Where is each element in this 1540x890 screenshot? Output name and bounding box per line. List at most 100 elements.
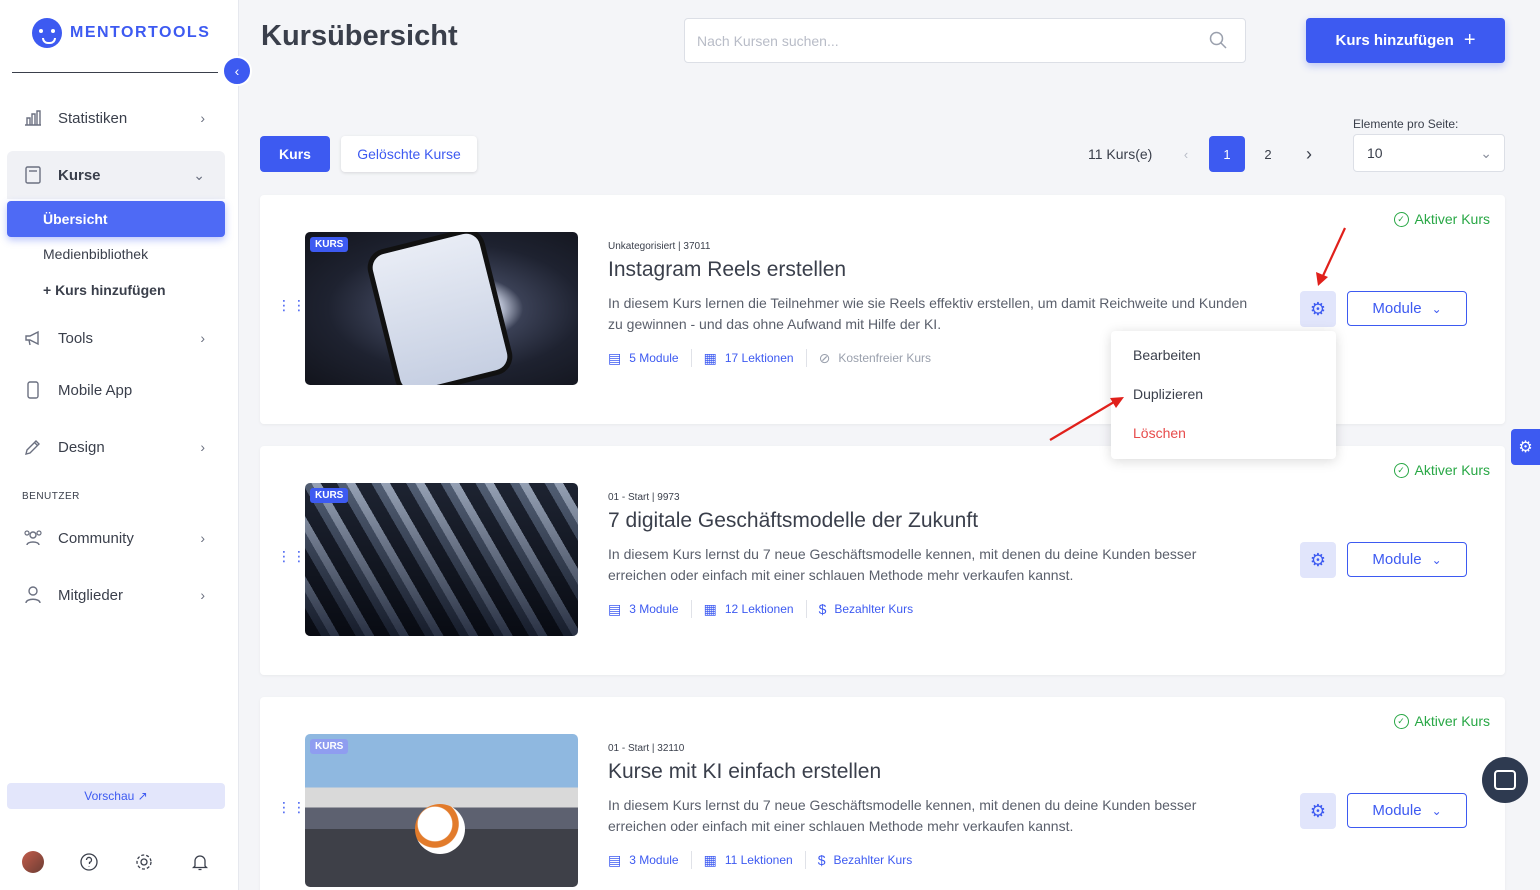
course-settings-button[interactable]: ⚙	[1300, 291, 1336, 327]
course-count: 11 Kurs(e)	[1088, 146, 1153, 162]
chevron-right-icon: ›	[200, 530, 205, 546]
lessons-stat[interactable]: ▦ 17 Lektionen	[704, 350, 794, 367]
modules-count: 3 Module	[629, 602, 679, 616]
add-course-label: Kurs hinzufügen	[1335, 32, 1454, 49]
lessons-count: 12 Lektionen	[724, 602, 794, 616]
sidebar-item-mobile-app[interactable]: Mobile App	[7, 366, 225, 414]
gear-icon: ⚙	[1309, 298, 1327, 319]
course-title[interactable]: Instagram Reels erstellen	[608, 258, 846, 282]
course-card: ⋮⋮ KURS 01 - Start | 32110 Kurse mit KI …	[260, 697, 1505, 890]
gear-icon[interactable]	[133, 851, 155, 873]
avatar[interactable]	[22, 851, 44, 873]
course-stats: ▤ 3 Module ▦ 11 Lektionen $ Bezahlter Kurs	[608, 851, 912, 869]
collapse-sidebar-button[interactable]: ‹	[222, 56, 252, 86]
lessons-stat[interactable]: ▦ 11 Lektionen	[704, 852, 793, 869]
search-icon[interactable]	[1209, 31, 1227, 54]
person-icon	[23, 585, 43, 605]
course-settings-button[interactable]: ⚙	[1300, 793, 1336, 829]
sidebar-subitem-kurs-hinzufuegen[interactable]: + Kurs hinzufügen	[7, 272, 225, 308]
modules-dropdown-button[interactable]: Module ⌄	[1347, 542, 1467, 577]
course-title[interactable]: Kurse mit KI einfach erstellen	[608, 760, 881, 784]
course-thumbnail[interactable]: KURS	[305, 483, 578, 636]
page-title: Kursübersicht	[261, 20, 458, 52]
bar-chart-icon	[23, 108, 43, 128]
sidebar-item-statistiken[interactable]: Statistiken ›	[7, 94, 225, 142]
course-card: ⋮⋮ KURS 01 - Start | 9973 7 digitale Ges…	[260, 446, 1505, 675]
bell-icon[interactable]	[189, 851, 211, 873]
per-page-value: 10	[1367, 145, 1383, 161]
drag-handle-icon[interactable]: ⋮⋮	[277, 800, 306, 820]
sidebar-footer	[22, 851, 222, 875]
dollar-icon: $	[817, 852, 826, 868]
divider	[690, 600, 692, 618]
modules-stat[interactable]: ▤ 3 Module	[608, 852, 679, 869]
sidebar-item-kurse[interactable]: Kurse ⌄	[7, 151, 225, 199]
menu-item-duplizieren[interactable]: Duplizieren	[1133, 386, 1203, 402]
divider	[690, 349, 692, 367]
sidebar-item-mitglieder[interactable]: Mitglieder ›	[7, 571, 225, 619]
status-text: Aktiver Kurs	[1414, 211, 1490, 227]
check-circle-icon: ✓	[1393, 462, 1409, 478]
course-badge: KURS	[310, 237, 349, 252]
course-settings-button[interactable]: ⚙	[1300, 542, 1336, 578]
course-actions-menu: Bearbeiten Duplizieren Löschen	[1111, 331, 1336, 459]
modules-stat[interactable]: ▤ 5 Module	[608, 350, 679, 367]
sidebar-subitem-uebersicht[interactable]: Übersicht	[7, 201, 225, 237]
menu-item-loeschen[interactable]: Löschen	[1133, 425, 1186, 441]
lessons-stat[interactable]: ▦ 12 Lektionen	[704, 601, 794, 618]
sidebar-item-tools[interactable]: Tools ›	[7, 314, 225, 362]
brand-name: MENTORTOOLS	[70, 24, 211, 41]
modules-dropdown-button[interactable]: Module ⌄	[1347, 793, 1467, 828]
tab-kurs[interactable]: Kurs	[260, 136, 330, 172]
chevron-right-icon: ›	[200, 587, 205, 603]
sidebar-item-community[interactable]: Community ›	[7, 514, 225, 562]
add-course-button[interactable]: Kurs hinzufügen +	[1306, 18, 1505, 63]
check-circle-icon: ✓	[1393, 713, 1409, 729]
pagination-prev-icon[interactable]: ‹	[1168, 136, 1204, 172]
chat-widget-button[interactable]	[1482, 757, 1528, 803]
course-title[interactable]: 7 digitale Geschäftsmodelle der Zukunft	[608, 509, 978, 533]
pagination-page-2[interactable]: 2	[1250, 136, 1286, 172]
drag-handle-icon[interactable]: ⋮⋮	[277, 298, 306, 318]
drag-handle-icon[interactable]: ⋮⋮	[277, 549, 306, 569]
chevron-down-icon: ⌄	[1431, 803, 1442, 818]
sidebar: MENTORTOOLS Statistiken › Kurse ⌄ Übersi…	[0, 0, 239, 890]
pricing-label: Bezahlter Kurs	[833, 853, 913, 867]
course-thumbnail[interactable]: KURS	[305, 232, 578, 385]
pricing-label: Kostenfreier Kurs	[838, 351, 932, 365]
pagination-page-1[interactable]: 1	[1209, 136, 1245, 172]
gear-icon: ⚙	[1518, 439, 1533, 456]
course-meta: 01 - Start | 32110	[608, 743, 685, 754]
annotation-arrow-icon	[1049, 397, 1124, 441]
tab-deleted-courses[interactable]: Gelöschte Kurse	[341, 136, 477, 172]
sidebar-subitem-medienbibliothek[interactable]: Medienbibliothek	[7, 236, 225, 272]
sidebar-item-label: Tools	[58, 329, 94, 347]
modules-dropdown-button[interactable]: Module ⌄	[1347, 291, 1467, 326]
sidebar-item-design[interactable]: Design ›	[7, 423, 225, 471]
pricing-stat: $ Bezahlter Kurs	[818, 852, 913, 868]
menu-item-bearbeiten[interactable]: Bearbeiten	[1133, 347, 1201, 363]
course-thumbnail[interactable]: KURS	[305, 734, 578, 887]
status-text: Aktiver Kurs	[1414, 462, 1490, 478]
preview-button[interactable]: Vorschau ↗	[7, 783, 225, 809]
robot-logo-icon	[32, 18, 62, 48]
course-description: In diesem Kurs lernen die Teilnehmer wie…	[608, 295, 1248, 332]
status-text: Aktiver Kurs	[1414, 713, 1490, 729]
annotation-arrow-icon	[1316, 227, 1346, 286]
help-icon[interactable]	[78, 851, 100, 873]
pagination-next-icon[interactable]: ›	[1291, 136, 1327, 172]
chevron-right-icon: ›	[200, 110, 205, 126]
course-stats: ▤ 5 Module ▦ 17 Lektionen ⊘ Kostenfreier Ku…	[608, 349, 931, 367]
per-page-select[interactable]: 10 ⌄	[1353, 134, 1505, 172]
book-icon: ▤	[608, 349, 622, 366]
modules-button-label: Module	[1372, 802, 1422, 819]
floating-settings-button[interactable]: ⚙	[1511, 429, 1540, 465]
gear-icon: ⚙	[1309, 800, 1327, 821]
chevron-down-icon: ⌄	[1431, 552, 1442, 567]
sidebar-item-label: Kurse	[58, 166, 101, 184]
modules-stat[interactable]: ▤ 3 Module	[608, 601, 679, 618]
gear-icon: ⚙	[1309, 549, 1327, 570]
logo[interactable]: MENTORTOOLS	[32, 18, 210, 48]
pricing-stat: $ Bezahlter Kurs	[819, 601, 914, 617]
search-input[interactable]	[685, 19, 1175, 62]
